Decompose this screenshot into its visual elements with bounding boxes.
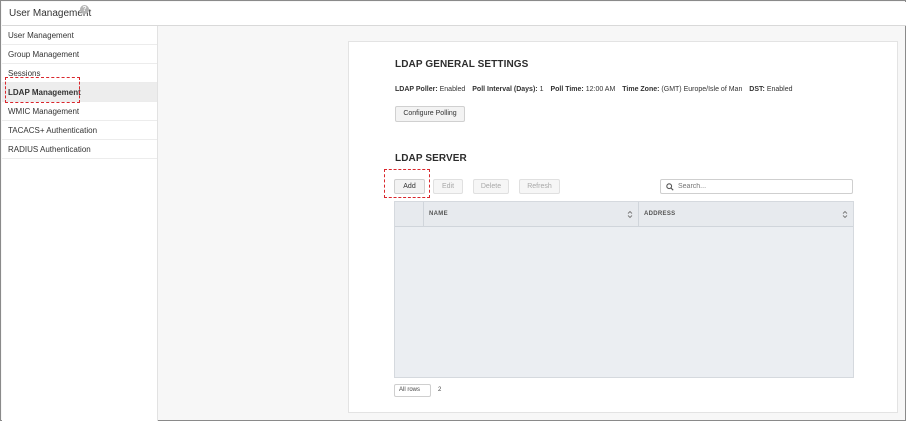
top-bar: User Management ? <box>2 2 906 26</box>
edit-button[interactable]: Edit <box>433 179 463 194</box>
time-zone-value: (GMT) Europe/Isle of Man <box>661 86 743 93</box>
sidebar-item-radius-authentication[interactable]: RADIUS Authentication <box>2 140 157 159</box>
poller-value: Enabled <box>439 86 466 93</box>
search-icon <box>666 183 674 191</box>
select-column-header[interactable] <box>395 202 424 227</box>
sidebar-item-ldap-management[interactable]: LDAP Management <box>2 83 157 102</box>
delete-button[interactable]: Delete <box>473 179 509 194</box>
poll-settings-summary: LDAP Poller: Enabled Poll Interval (Days… <box>395 86 798 93</box>
sort-icon[interactable] <box>627 210 633 219</box>
column-address-label: ADDRESS <box>644 211 676 217</box>
ldap-settings-card: LDAP GENERAL SETTINGS LDAP Poller: Enabl… <box>348 41 898 413</box>
interval-value: 1 <box>539 86 544 93</box>
sidebar: User Management Group Management Session… <box>2 26 158 421</box>
row-count: 2 <box>438 387 442 393</box>
help-icon[interactable]: ? <box>80 5 89 14</box>
sidebar-item-tacacs-authentication[interactable]: TACACS+ Authentication <box>2 121 157 140</box>
sidebar-item-user-management[interactable]: User Management <box>2 26 157 45</box>
sidebar-item-group-management[interactable]: Group Management <box>2 45 157 64</box>
poll-time-value: 12:00 AM <box>585 86 616 93</box>
interval-label: Poll Interval (Days): <box>472 86 538 93</box>
ldap-server-title: LDAP SERVER <box>395 153 467 164</box>
configure-polling-button[interactable]: Configure Polling <box>395 106 465 122</box>
add-button[interactable]: Add <box>394 179 425 194</box>
general-settings-title: LDAP GENERAL SETTINGS <box>395 59 529 70</box>
poll-time-label: Poll Time: <box>550 86 584 93</box>
ldap-server-table: NAME ADDRESS <box>394 201 854 378</box>
dst-value: Enabled <box>766 86 793 93</box>
column-name-label: NAME <box>429 211 448 217</box>
dst-label: DST: <box>749 86 765 93</box>
refresh-button[interactable]: Refresh <box>519 179 560 194</box>
column-header-name[interactable]: NAME <box>424 202 639 227</box>
poller-label: LDAP Poller: <box>395 86 438 93</box>
search-box[interactable] <box>660 179 853 194</box>
sidebar-item-wmic-management[interactable]: WMIC Management <box>2 102 157 121</box>
sidebar-item-sessions[interactable]: Sessions <box>2 64 157 83</box>
app-window: User Management ? User Management Group … <box>0 0 906 421</box>
table-header: NAME ADDRESS <box>395 202 853 227</box>
column-header-address[interactable]: ADDRESS <box>639 202 853 227</box>
page-size-select[interactable]: All rows <box>394 384 431 397</box>
page-title: User Management <box>9 8 92 19</box>
search-input[interactable] <box>678 181 848 192</box>
time-zone-label: Time Zone: <box>622 86 660 93</box>
sort-icon[interactable] <box>842 210 848 219</box>
